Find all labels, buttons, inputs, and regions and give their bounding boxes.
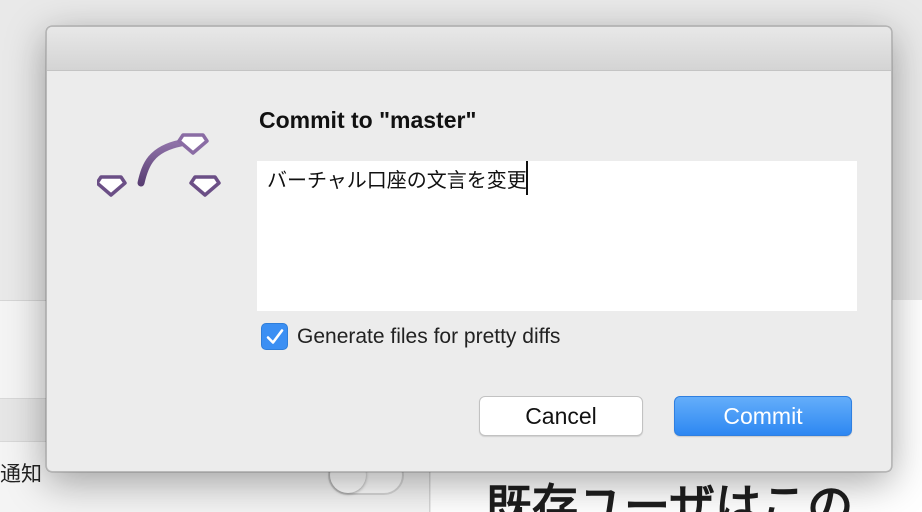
background-notification-label: 通知 (0, 462, 42, 486)
commit-button[interactable]: Commit (674, 396, 852, 436)
commit-message-text: バーチャル口座の文言を変更 (267, 168, 527, 192)
commit-dialog: Commit to "master" バーチャル口座の文言を変更 Generat… (46, 26, 892, 472)
generate-files-checkbox[interactable] (261, 323, 288, 350)
generate-files-label[interactable]: Generate files for pretty diffs (297, 323, 560, 350)
git-branch-diamonds-icon (95, 127, 221, 207)
background-heading: 既存ユーザはこの (486, 479, 854, 512)
text-caret (525, 161, 528, 195)
dialog-titlebar (47, 27, 891, 71)
cancel-button[interactable]: Cancel (479, 396, 643, 436)
commit-message-input[interactable]: バーチャル口座の文言を変更 (257, 161, 857, 311)
checkmark-icon (266, 329, 284, 344)
dialog-title: Commit to "master" (259, 107, 477, 133)
